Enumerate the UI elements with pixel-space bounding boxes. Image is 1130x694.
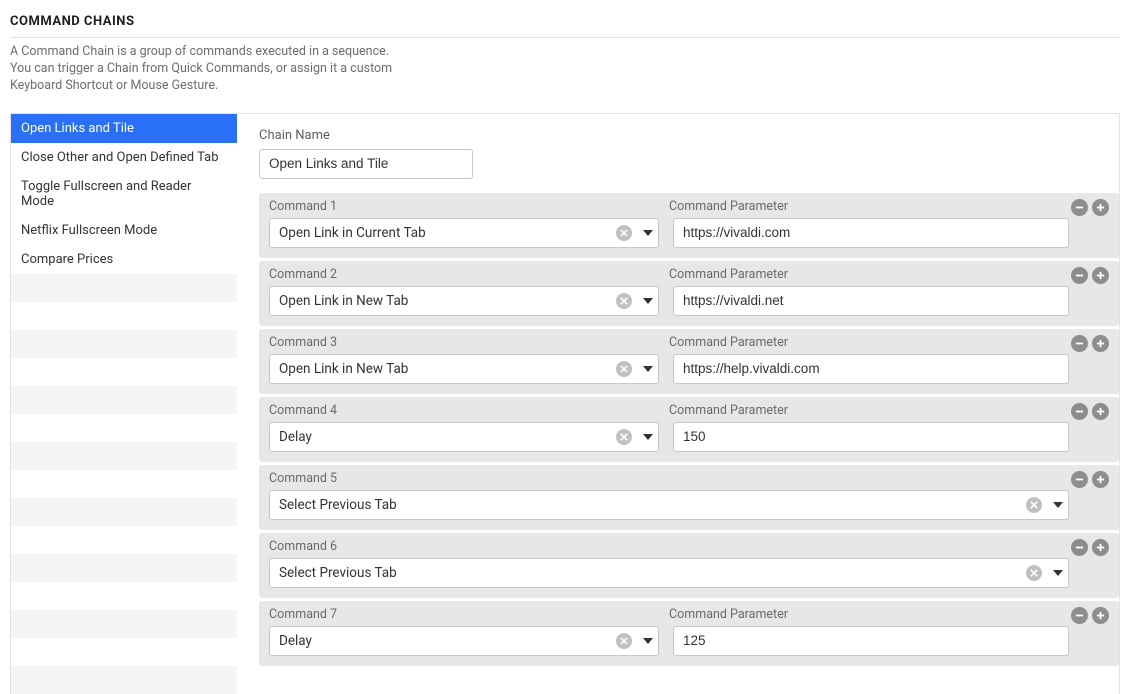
clear-icon[interactable] — [616, 225, 632, 241]
sidebar-empty-row — [11, 498, 237, 526]
remove-command-button[interactable] — [1071, 539, 1088, 556]
command-label: Command 5 — [269, 471, 669, 486]
command-block: Command 5 Select Previous Tab — [259, 465, 1119, 530]
command-label: Command 1 — [269, 199, 669, 214]
chevron-down-icon[interactable] — [638, 366, 658, 372]
command-select-value: Delay — [270, 633, 616, 649]
clear-icon[interactable] — [616, 429, 632, 445]
remove-command-button[interactable] — [1071, 199, 1088, 216]
command-select[interactable]: Open Link in New Tab — [269, 354, 659, 384]
clear-icon[interactable] — [1026, 565, 1042, 581]
command-block: Command 4Command Parameter Delay — [259, 397, 1119, 462]
remove-command-button[interactable] — [1071, 471, 1088, 488]
command-parameter-input[interactable] — [673, 626, 1069, 656]
clear-icon[interactable] — [616, 633, 632, 649]
command-select-value: Open Link in New Tab — [270, 293, 616, 309]
sidebar-item-label: Compare Prices — [21, 252, 113, 267]
sidebar-item-label: Netflix Fullscreen Mode — [21, 223, 157, 238]
command-select-value: Delay — [270, 429, 616, 445]
add-command-button[interactable] — [1092, 267, 1109, 284]
command-parameter-label: Command Parameter — [669, 403, 1109, 418]
sidebar-empty-row — [11, 274, 237, 302]
sidebar-empty-row — [11, 582, 237, 610]
command-label: Command 7 — [269, 607, 669, 622]
add-command-button[interactable] — [1092, 607, 1109, 624]
sidebar-empty-row — [11, 386, 237, 414]
sidebar-empty-row — [11, 526, 237, 554]
divider — [10, 37, 1120, 38]
command-parameter-label: Command Parameter — [669, 335, 1109, 350]
chain-editor: Chain Name Command 1Command ParameterOpe… — [237, 114, 1120, 694]
command-select-value: Open Link in Current Tab — [270, 225, 616, 241]
sidebar-item[interactable]: Open Links and Tile — [11, 114, 237, 143]
command-block: Command 6 Select Previous Tab — [259, 533, 1119, 598]
command-parameter-input[interactable] — [673, 218, 1069, 248]
command-select[interactable]: Select Previous Tab — [269, 490, 1069, 520]
chain-sidebar: Open Links and Tile Close Other and Open … — [10, 114, 237, 694]
command-label: Command 2 — [269, 267, 669, 282]
add-command-button[interactable] — [1092, 199, 1109, 216]
command-parameter-input[interactable] — [673, 354, 1069, 384]
chevron-down-icon[interactable] — [1048, 570, 1068, 576]
add-command-button[interactable] — [1092, 471, 1109, 488]
command-select-value: Open Link in New Tab — [270, 361, 616, 377]
remove-command-button[interactable] — [1071, 335, 1088, 352]
command-select[interactable]: Open Link in New Tab — [269, 286, 659, 316]
sidebar-item[interactable]: Toggle Fullscreen and Reader Mode — [11, 172, 237, 216]
page-title: COMMAND CHAINS — [10, 14, 1120, 29]
add-command-button[interactable] — [1092, 539, 1109, 556]
sidebar-empty-row — [11, 302, 237, 330]
command-block: Command 3Command Parameter Open Link in N… — [259, 329, 1119, 394]
sidebar-item[interactable]: Close Other and Open Defined Tab — [11, 143, 237, 172]
command-parameter-label: Command Parameter — [669, 267, 1109, 282]
remove-command-button[interactable] — [1071, 607, 1088, 624]
sidebar-empty-row — [11, 414, 237, 442]
command-select[interactable]: Delay — [269, 422, 659, 452]
clear-icon[interactable] — [1026, 497, 1042, 513]
command-select[interactable]: Delay — [269, 626, 659, 656]
clear-icon[interactable] — [616, 361, 632, 377]
command-select-value: Select Previous Tab — [270, 497, 1026, 513]
command-block: Command 7Command Parameter Delay — [259, 601, 1119, 666]
chevron-down-icon[interactable] — [638, 638, 658, 644]
command-block: Command 2Command Parameter Open Link in N… — [259, 261, 1119, 326]
command-parameter-input[interactable] — [673, 286, 1069, 316]
add-command-button[interactable] — [1092, 335, 1109, 352]
sidebar-item-label: Open Links and Tile — [21, 121, 134, 136]
sidebar-empty-row — [11, 610, 237, 638]
intro-text: A Command Chain is a group of commands e… — [10, 44, 410, 95]
command-label: Command 4 — [269, 403, 669, 418]
sidebar-item[interactable]: Compare Prices — [11, 245, 237, 274]
sidebar-empty-row — [11, 358, 237, 386]
chain-name-label: Chain Name — [259, 128, 1119, 143]
remove-command-button[interactable] — [1071, 403, 1088, 420]
chevron-down-icon[interactable] — [1048, 502, 1068, 508]
chevron-down-icon[interactable] — [638, 230, 658, 236]
clear-icon[interactable] — [616, 293, 632, 309]
chevron-down-icon[interactable] — [638, 298, 658, 304]
command-label: Command 3 — [269, 335, 669, 350]
command-block: Command 1Command Parameter Open Link in C… — [259, 193, 1119, 258]
sidebar-item[interactable]: Netflix Fullscreen Mode — [11, 216, 237, 245]
sidebar-empty-row — [11, 442, 237, 470]
sidebar-item-label: Toggle Fullscreen and Reader Mode — [21, 179, 191, 209]
sidebar-empty-row — [11, 638, 237, 666]
sidebar-empty-row — [11, 554, 237, 582]
command-label: Command 6 — [269, 539, 669, 554]
command-select-value: Select Previous Tab — [270, 565, 1026, 581]
chain-name-input[interactable] — [259, 149, 473, 179]
command-select[interactable]: Select Previous Tab — [269, 558, 1069, 588]
sidebar-empty-row — [11, 470, 237, 498]
command-parameter-input[interactable] — [673, 422, 1069, 452]
command-select[interactable]: Open Link in Current Tab — [269, 218, 659, 248]
sidebar-item-label: Close Other and Open Defined Tab — [21, 150, 219, 165]
remove-command-button[interactable] — [1071, 267, 1088, 284]
add-command-button[interactable] — [1092, 403, 1109, 420]
sidebar-empty-row — [11, 330, 237, 358]
command-parameter-label: Command Parameter — [669, 607, 1109, 622]
command-parameter-label: Command Parameter — [669, 199, 1109, 214]
chevron-down-icon[interactable] — [638, 434, 658, 440]
